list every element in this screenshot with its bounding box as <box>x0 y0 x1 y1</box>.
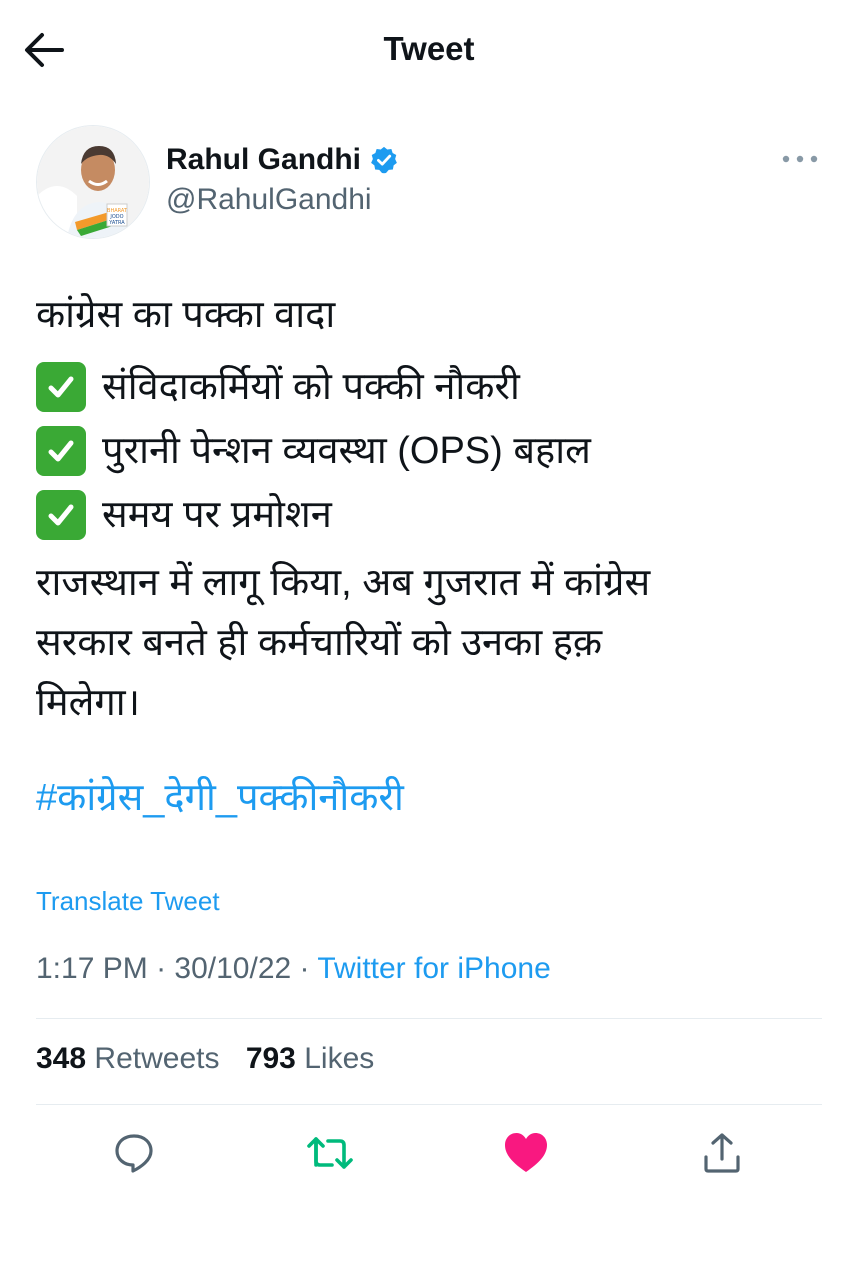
tweet-stats: 348 Retweets 793 Likes <box>36 1042 392 1076</box>
translate-tweet-link[interactable]: Translate Tweet <box>36 886 220 917</box>
author-name[interactable]: Rahul Gandhi <box>166 143 361 177</box>
avatar[interactable]: BHARAT JODO YATRA <box>36 125 150 239</box>
meta-separator: · <box>291 952 318 985</box>
likes-count: 793 <box>245 1042 296 1075</box>
likes-label: Likes <box>304 1042 375 1075</box>
checklist-item: पुरानी पेन्शन व्यवस्था (OPS) बहाल <box>36 419 826 483</box>
divider <box>36 1018 822 1019</box>
check-mark-icon <box>36 490 86 540</box>
checklist-text: संविदाकर्मियों को पक्की नौकरी <box>102 366 520 408</box>
page-title: Tweet <box>383 30 475 67</box>
author-handle[interactable]: @RahulGandhi <box>166 183 372 217</box>
retweets-label: Retweets <box>94 1042 220 1075</box>
tweet-text: कांग्रेस का पक्का वादा संविदाकर्मियों को… <box>36 285 826 733</box>
verified-badge-icon <box>371 146 397 174</box>
share-icon[interactable] <box>697 1128 747 1178</box>
svg-text:YATRA: YATRA <box>108 220 125 226</box>
divider <box>36 1104 822 1105</box>
checklist-text: पुरानी पेन्शन व्यवस्था (OPS) बहाल <box>102 430 591 472</box>
check-mark-icon <box>36 362 86 412</box>
tweet-meta: 1:17 PM · 30/10/22 · Twitter for iPhone <box>36 952 551 986</box>
tweet-time: 1:17 PM <box>36 952 148 985</box>
like-icon[interactable] <box>501 1128 551 1178</box>
tweet-intro: कांग्रेस का पक्का वादा <box>36 294 336 336</box>
tweet-date: 30/10/22 <box>174 952 292 985</box>
likes-stat[interactable]: 793 Likes <box>246 1042 374 1076</box>
meta-separator: · <box>147 952 175 985</box>
check-mark-icon <box>36 426 86 476</box>
more-icon[interactable] <box>780 149 820 169</box>
author-name-row[interactable]: Rahul Gandhi <box>166 143 399 177</box>
checklist-text: समय पर प्रमोशन <box>102 494 332 536</box>
tweet-body-line: सरकार बनते ही कर्मचारियों को उनका हक़ <box>36 622 603 664</box>
tweet-body-line: राजस्थान में लागू किया, अब गुजरात में का… <box>36 562 651 604</box>
author-block: BHARAT JODO YATRA Rahul Gandhi @RahulGan… <box>36 125 826 240</box>
retweets-count: 348 <box>36 1042 87 1075</box>
retweets-stat[interactable]: 348 Retweets <box>36 1042 219 1076</box>
action-bar <box>0 1128 858 1178</box>
tweet-source-link[interactable]: Twitter for iPhone <box>317 952 550 985</box>
retweet-icon[interactable] <box>305 1128 355 1178</box>
tweet-body-line: मिलेगा। <box>36 682 140 724</box>
hashtag-link[interactable]: #कांग्रेस_देगी_पक्कीनौकरी <box>36 770 404 822</box>
top-bar: Tweet <box>0 0 858 100</box>
tweet-body: राजस्थान में लागू किया, अब गुजरात में का… <box>36 553 826 733</box>
checklist-item: संविदाकर्मियों को पक्की नौकरी <box>36 355 826 419</box>
checklist-item: समय पर प्रमोशन <box>36 483 826 547</box>
reply-icon[interactable] <box>109 1128 159 1178</box>
